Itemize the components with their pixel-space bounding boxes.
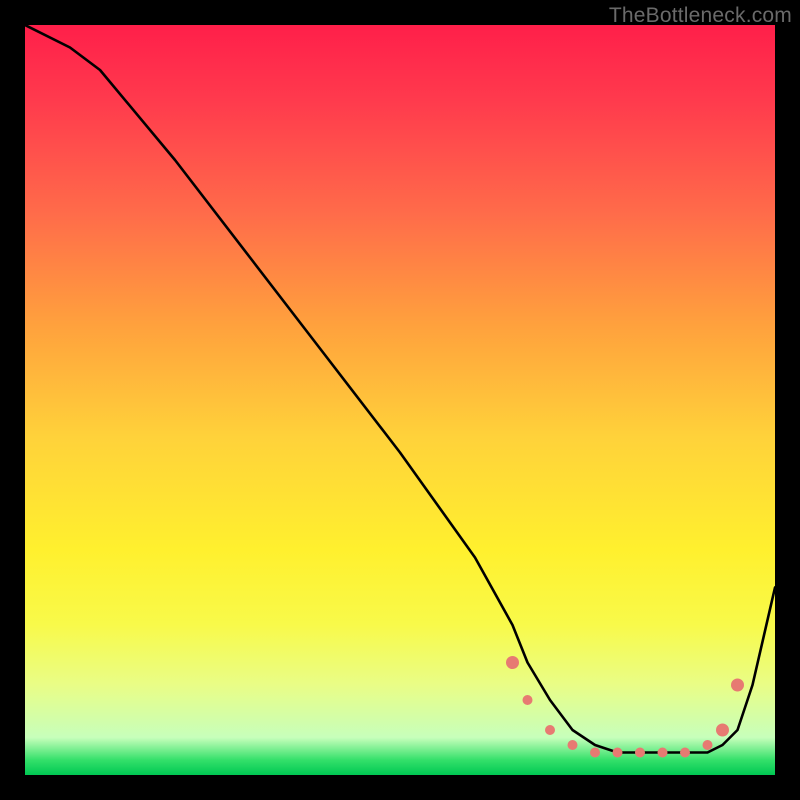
data-point xyxy=(523,695,533,705)
chart-frame: TheBottleneck.com xyxy=(0,0,800,800)
data-point xyxy=(635,748,645,758)
data-point xyxy=(506,656,519,669)
data-point xyxy=(545,725,555,735)
watermark-text: TheBottleneck.com xyxy=(609,4,792,28)
markers-layer xyxy=(506,656,744,758)
plot-area xyxy=(25,25,775,775)
data-point xyxy=(703,740,713,750)
chart-svg xyxy=(25,25,775,775)
data-point xyxy=(658,748,668,758)
bottleneck-curve-path xyxy=(25,25,775,753)
data-point xyxy=(680,748,690,758)
data-point xyxy=(731,679,744,692)
curve-layer xyxy=(25,25,775,753)
data-point xyxy=(590,748,600,758)
data-point xyxy=(613,748,623,758)
data-point xyxy=(568,740,578,750)
data-point xyxy=(716,724,729,737)
